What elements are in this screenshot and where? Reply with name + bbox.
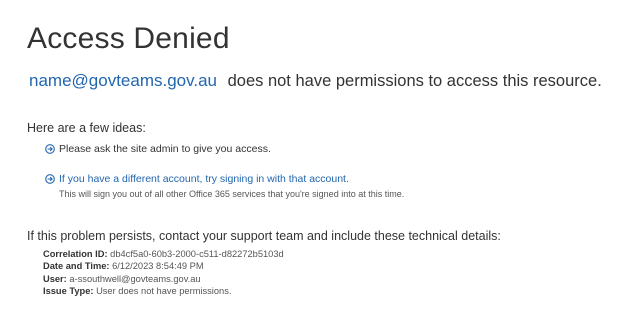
detail-value: a-ssouthwell@govteams.gov.au: [69, 273, 201, 284]
sign-out-note: This will sign you out of all other Offi…: [59, 189, 405, 199]
detail-row-user: User: a-ssouthwell@govteams.gov.au: [43, 273, 284, 285]
ideas-heading: Here are a few ideas:: [27, 121, 146, 135]
access-message: name@govteams.gov.au does not have permi…: [29, 71, 602, 91]
detail-label: Date and Time:: [43, 261, 110, 272]
detail-row-issue-type: Issue Type: User does not have permissio…: [43, 285, 284, 297]
page-title: Access Denied: [27, 22, 230, 55]
technical-details: Correlation ID: db4cf5a0-60b3-2000-c511-…: [43, 248, 284, 298]
access-message-text: does not have permissions to access this…: [227, 72, 602, 90]
circle-arrow-right-icon[interactable]: [45, 174, 55, 184]
detail-label: User:: [43, 273, 67, 284]
idea-ask-admin: Please ask the site admin to give you ac…: [45, 143, 271, 155]
idea-sign-in-different[interactable]: If you have a different account, try sig…: [45, 173, 349, 185]
detail-label: Correlation ID:: [43, 249, 108, 259]
sign-in-different-account-link[interactable]: If you have a different account, try sig…: [59, 173, 349, 185]
detail-value: User does not have permissions.: [96, 286, 232, 297]
detail-label: Issue Type:: [43, 286, 94, 297]
circle-arrow-right-icon: [45, 144, 55, 154]
user-email: name@govteams.gov.au: [29, 71, 217, 90]
detail-value: db4cf5a0-60b3-2000-c511-d82272b5103d: [110, 249, 284, 259]
detail-value: 6/12/2023 8:54:49 PM: [112, 261, 204, 272]
detail-row-date-time: Date and Time: 6/12/2023 8:54:49 PM: [43, 260, 284, 272]
detail-row-correlation-id: Correlation ID: db4cf5a0-60b3-2000-c511-…: [43, 248, 284, 260]
support-instructions: If this problem persists, contact your s…: [27, 229, 501, 243]
idea-ask-admin-text: Please ask the site admin to give you ac…: [59, 143, 271, 155]
